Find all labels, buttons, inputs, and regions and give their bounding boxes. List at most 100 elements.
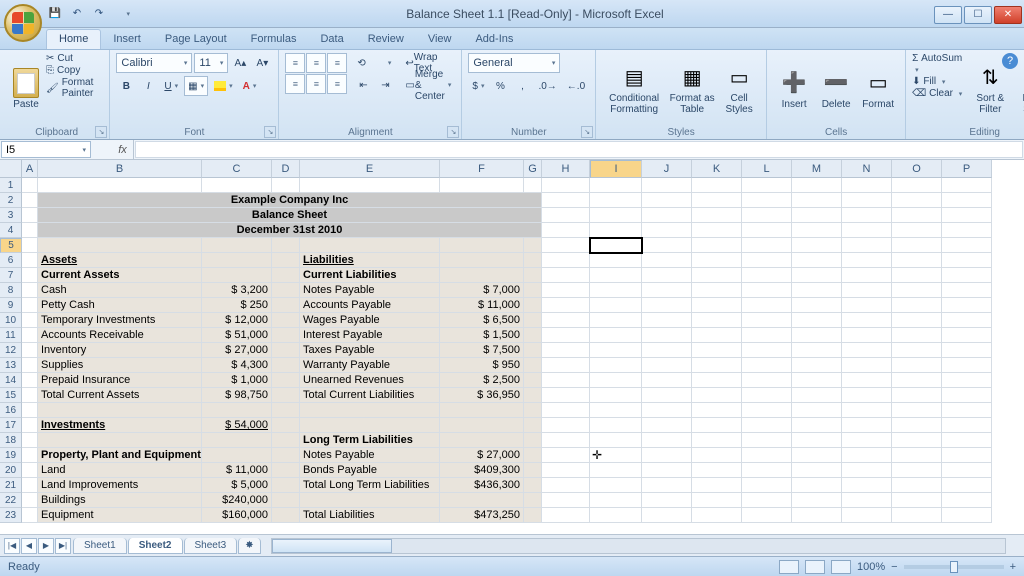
cell[interactable] xyxy=(22,313,38,328)
cell[interactable] xyxy=(524,358,542,373)
grow-font-button[interactable]: A▴ xyxy=(230,53,250,73)
cell[interactable] xyxy=(742,433,792,448)
cell[interactable] xyxy=(542,478,590,493)
row-header-22[interactable]: 22 xyxy=(0,493,22,508)
format-painter-button[interactable]: 🖌Format Painter xyxy=(46,77,103,99)
cell[interactable] xyxy=(524,313,542,328)
cell[interactable] xyxy=(542,418,590,433)
cell[interactable] xyxy=(440,253,524,268)
row-header-5[interactable]: 5 xyxy=(0,238,22,253)
cell[interactable] xyxy=(792,493,842,508)
cell[interactable] xyxy=(842,433,892,448)
cell[interactable] xyxy=(642,403,692,418)
cell[interactable] xyxy=(272,373,300,388)
cell[interactable] xyxy=(892,403,942,418)
cell[interactable]: December 31st 2010 xyxy=(38,223,542,238)
cell[interactable] xyxy=(792,343,842,358)
column-header-O[interactable]: O xyxy=(892,160,942,178)
cell[interactable] xyxy=(272,283,300,298)
cell[interactable] xyxy=(524,238,542,253)
cell[interactable] xyxy=(842,478,892,493)
cell[interactable]: $ 250 xyxy=(202,298,272,313)
cell[interactable] xyxy=(272,403,300,418)
column-header-E[interactable]: E xyxy=(300,160,440,178)
cell[interactable] xyxy=(202,403,272,418)
cell[interactable] xyxy=(524,343,542,358)
cell[interactable] xyxy=(22,373,38,388)
cell[interactable] xyxy=(892,448,942,463)
cell[interactable] xyxy=(590,268,642,283)
font-dialog-launcher[interactable]: ↘ xyxy=(264,126,276,138)
cell[interactable] xyxy=(22,208,38,223)
cell[interactable] xyxy=(542,403,590,418)
cell[interactable] xyxy=(742,493,792,508)
cell[interactable] xyxy=(942,313,992,328)
cell[interactable] xyxy=(942,328,992,343)
cell[interactable] xyxy=(524,463,542,478)
cell[interactable] xyxy=(842,208,892,223)
cell[interactable] xyxy=(842,223,892,238)
cell[interactable] xyxy=(942,178,992,193)
horizontal-scrollbar[interactable] xyxy=(271,538,1006,554)
cell[interactable] xyxy=(272,463,300,478)
row-header-9[interactable]: 9 xyxy=(0,298,22,313)
cell[interactable] xyxy=(842,328,892,343)
number-format-select[interactable]: General▾ xyxy=(468,53,560,73)
cell[interactable] xyxy=(892,388,942,403)
cell[interactable] xyxy=(792,253,842,268)
cell[interactable] xyxy=(692,448,742,463)
row-header-4[interactable]: 4 xyxy=(0,223,22,238)
shrink-font-button[interactable]: A▾ xyxy=(252,53,272,73)
cell[interactable] xyxy=(942,403,992,418)
cell[interactable] xyxy=(22,178,38,193)
cell[interactable] xyxy=(892,463,942,478)
cell[interactable] xyxy=(642,223,692,238)
cell-styles-button[interactable]: ▭Cell Styles xyxy=(718,53,760,125)
cell[interactable] xyxy=(524,283,542,298)
cell[interactable] xyxy=(692,223,742,238)
cell[interactable] xyxy=(642,268,692,283)
cell[interactable] xyxy=(542,433,590,448)
cell[interactable] xyxy=(792,223,842,238)
cell[interactable] xyxy=(742,283,792,298)
cell[interactable] xyxy=(590,373,642,388)
cell[interactable] xyxy=(742,373,792,388)
column-header-I[interactable]: I xyxy=(590,160,642,178)
cell[interactable]: Current Assets xyxy=(38,268,202,283)
format-cells-button[interactable]: ▭Format xyxy=(857,53,899,125)
cell[interactable] xyxy=(692,178,742,193)
cell[interactable] xyxy=(272,358,300,373)
cell[interactable] xyxy=(842,343,892,358)
cell[interactable] xyxy=(300,418,440,433)
zoom-in-button[interactable]: + xyxy=(1010,561,1016,573)
cell[interactable] xyxy=(792,358,842,373)
tab-data[interactable]: Data xyxy=(308,30,355,49)
cell[interactable] xyxy=(742,298,792,313)
cell[interactable] xyxy=(942,373,992,388)
cell[interactable] xyxy=(524,448,542,463)
office-button[interactable] xyxy=(4,4,42,42)
cell[interactable] xyxy=(272,268,300,283)
cell[interactable] xyxy=(892,178,942,193)
qat-redo-icon[interactable]: ↷ xyxy=(90,5,108,23)
cell[interactable] xyxy=(642,463,692,478)
font-name-select[interactable]: Calibri▾ xyxy=(116,53,192,73)
cell[interactable] xyxy=(590,478,642,493)
cell[interactable] xyxy=(942,298,992,313)
row-header-18[interactable]: 18 xyxy=(0,433,22,448)
cell[interactable]: Temporary Investments xyxy=(38,313,202,328)
cell[interactable] xyxy=(792,418,842,433)
number-dialog-launcher[interactable]: ↘ xyxy=(581,126,593,138)
cell[interactable]: $ 1,500 xyxy=(440,328,524,343)
cell[interactable] xyxy=(440,418,524,433)
cell[interactable] xyxy=(642,388,692,403)
cell[interactable] xyxy=(590,238,642,253)
cell[interactable] xyxy=(842,313,892,328)
row-header-15[interactable]: 15 xyxy=(0,388,22,403)
cell[interactable] xyxy=(272,253,300,268)
cell[interactable] xyxy=(272,343,300,358)
cell[interactable] xyxy=(524,268,542,283)
cell[interactable] xyxy=(892,358,942,373)
zoom-out-button[interactable]: − xyxy=(891,561,897,573)
row-header-20[interactable]: 20 xyxy=(0,463,22,478)
